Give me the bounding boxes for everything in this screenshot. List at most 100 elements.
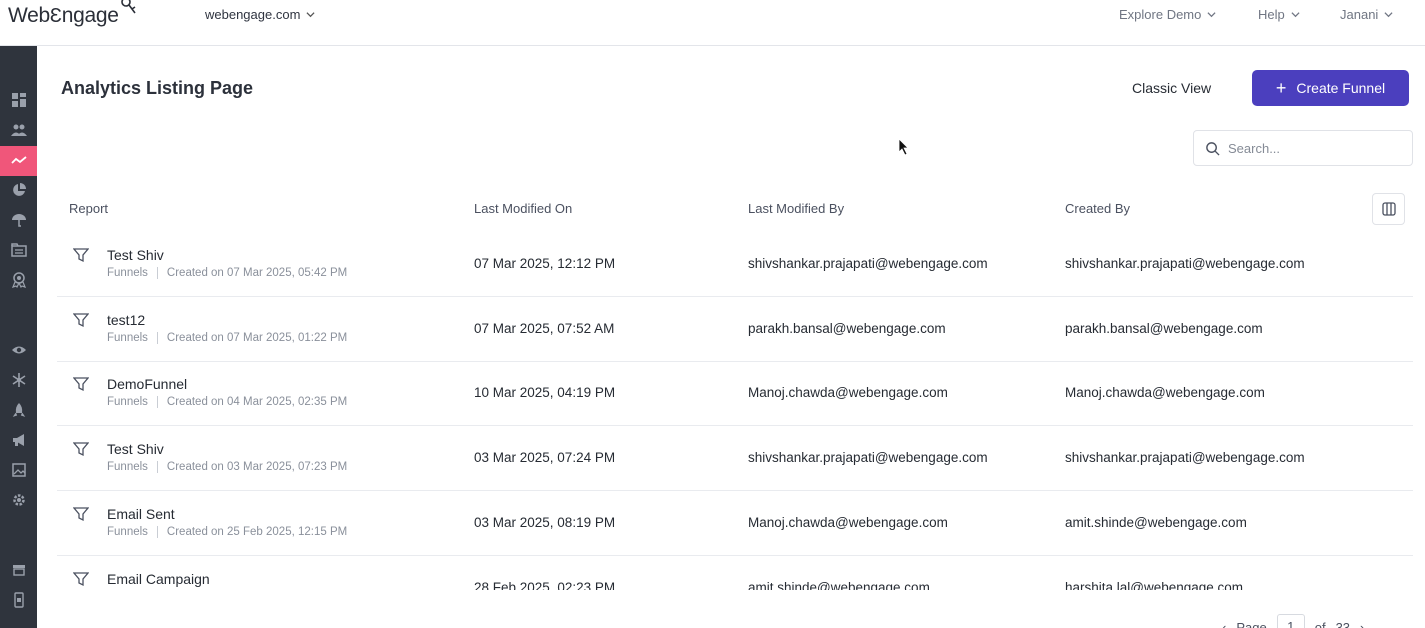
funnel-icon xyxy=(73,507,89,522)
table-row[interactable]: test12 Funnels Created on 07 Mar 2025, 01… xyxy=(57,297,1413,362)
column-header-last-modified-on[interactable]: Last Modified On xyxy=(474,201,572,216)
last-modified-on: 10 Mar 2025, 04:19 PM xyxy=(474,385,616,400)
create-funnel-button[interactable]: + Create Funnel xyxy=(1252,70,1409,106)
column-settings-button[interactable] xyxy=(1372,193,1405,225)
logo-e-glyph: Ɛ xyxy=(49,4,62,27)
table-row[interactable]: DemoFunnel Funnels Created on 04 Mar 2025… xyxy=(57,361,1413,426)
table-header: Report Last Modified On Last Modified By… xyxy=(57,190,1413,230)
last-modified-by: parakh.bansal@webengage.com xyxy=(748,321,946,336)
sidebar-item-settings[interactable] xyxy=(0,485,37,515)
report-name[interactable]: DemoFunnel xyxy=(107,376,187,392)
sidebar-item-badge[interactable] xyxy=(0,265,37,295)
sidebar-item-snowflake[interactable] xyxy=(0,365,37,395)
sidebar-item-rocket[interactable] xyxy=(0,395,37,425)
report-type: Funnels xyxy=(107,332,148,344)
sidebar-item-store[interactable] xyxy=(0,555,37,585)
last-modified-on: 07 Mar 2025, 07:52 AM xyxy=(474,321,615,336)
sidebar-item-mobile[interactable] xyxy=(0,585,37,615)
last-modified-on: 28 Feb 2025, 02:23 PM xyxy=(474,580,616,590)
created-by: shivshankar.prajapati@webengage.com xyxy=(1065,450,1305,465)
table-row[interactable]: Email Sent Funnels Created on 25 Feb 2025… xyxy=(57,491,1413,556)
chevron-down-icon xyxy=(306,12,315,18)
report-type: Funnels xyxy=(107,461,148,473)
account-switcher[interactable]: webengage.com xyxy=(205,7,315,22)
megaphone-icon xyxy=(12,434,24,446)
report-meta: Funnels Created on 04 Mar 2025, 02:35 PM xyxy=(107,396,347,408)
separator xyxy=(156,526,158,538)
last-modified-on: 07 Mar 2025, 12:12 PM xyxy=(474,256,616,271)
sidebar-item-folder[interactable] xyxy=(0,235,37,265)
column-header-last-modified-by[interactable]: Last Modified By xyxy=(748,201,844,216)
sidebar-item-image[interactable] xyxy=(0,455,37,485)
funnel-icon xyxy=(73,248,89,263)
sidebar-item-eye[interactable] xyxy=(0,335,37,365)
pagination: ‹ Page 1 of 33 › xyxy=(1222,614,1364,628)
snowflake-icon xyxy=(12,373,25,387)
separator xyxy=(156,332,158,344)
chevron-down-icon xyxy=(1207,12,1216,18)
search-icon xyxy=(1206,141,1220,156)
report-name[interactable]: test12 xyxy=(107,312,145,328)
last-modified-by: Manoj.chawda@webengage.com xyxy=(748,385,948,400)
sidebar-item-umbrella[interactable] xyxy=(0,205,37,235)
last-modified-by: Manoj.chawda@webengage.com xyxy=(748,515,948,530)
explore-demo-menu[interactable]: Explore Demo xyxy=(1119,7,1216,22)
created-by: amit.shinde@webengage.com xyxy=(1065,515,1247,530)
created-by: shivshankar.prajapati@webengage.com xyxy=(1065,256,1305,271)
webengage-logo[interactable]: Web Ɛngage xyxy=(8,0,136,30)
table-row[interactable]: Test Shiv Funnels Created on 03 Mar 2025,… xyxy=(57,426,1413,491)
sidebar-item-segments[interactable] xyxy=(0,175,37,205)
page-total: 33 xyxy=(1335,619,1351,628)
sidebar-item-analytics[interactable] xyxy=(0,146,37,176)
prev-page-button[interactable]: ‹ xyxy=(1222,620,1226,628)
report-name[interactable]: Email Campaign xyxy=(107,571,210,587)
funnel-icon xyxy=(73,572,89,587)
report-type: Funnels xyxy=(107,526,148,538)
page-of-label: of xyxy=(1314,619,1326,628)
last-modified-on: 03 Mar 2025, 08:19 PM xyxy=(474,515,616,530)
last-modified-by: amit.shinde@webengage.com xyxy=(748,580,930,590)
column-header-created-by[interactable]: Created By xyxy=(1065,201,1130,216)
user-name: Janani xyxy=(1340,7,1379,22)
report-name[interactable]: Test Shiv xyxy=(107,247,164,263)
chevron-down-icon xyxy=(1384,12,1393,18)
search-box[interactable] xyxy=(1193,130,1413,166)
report-created: Created on 25 Feb 2025, 12:15 PM xyxy=(166,526,348,538)
user-menu[interactable]: Janani xyxy=(1340,7,1393,22)
next-page-button[interactable]: › xyxy=(1360,620,1364,628)
sidebar-item-users[interactable] xyxy=(0,115,37,145)
report-created: Created on 03 Mar 2025, 07:23 PM xyxy=(166,461,348,473)
column-header-report[interactable]: Report xyxy=(69,201,108,216)
help-menu[interactable]: Help xyxy=(1258,7,1300,22)
classic-view-button[interactable]: Classic View xyxy=(1132,80,1211,96)
analytics-icon xyxy=(10,156,27,164)
created-by: harshita.lal@webengage.com xyxy=(1065,580,1244,590)
create-funnel-label: Create Funnel xyxy=(1296,80,1386,96)
top-bar: Web Ɛngage webengage.com Explore Demo Hel… xyxy=(0,0,1425,46)
sidebar-item-campaigns[interactable] xyxy=(0,425,37,455)
search-input[interactable] xyxy=(1228,140,1398,156)
table-row[interactable]: Email Campaign 28 Feb 2025, 02:23 PM ami… xyxy=(57,556,1413,590)
page-label: Page xyxy=(1236,619,1267,628)
account-name: webengage.com xyxy=(205,7,301,22)
report-meta: Funnels Created on 07 Mar 2025, 05:42 PM xyxy=(107,267,347,279)
table-row[interactable]: Test Shiv Funnels Created on 07 Mar 2025,… xyxy=(57,232,1413,297)
funnel-icon xyxy=(73,313,89,328)
report-name[interactable]: Test Shiv xyxy=(107,441,164,457)
mouse-cursor-icon xyxy=(898,138,909,156)
badge-icon xyxy=(11,272,26,288)
last-modified-by: shivshankar.prajapati@webengage.com xyxy=(748,256,988,271)
report-meta: Funnels Created on 25 Feb 2025, 12:15 PM xyxy=(107,526,347,538)
report-name[interactable]: Email Sent xyxy=(107,506,175,522)
explore-demo-label: Explore Demo xyxy=(1119,7,1202,22)
report-created: Created on 07 Mar 2025, 05:42 PM xyxy=(166,267,348,279)
funnel-icon xyxy=(73,442,89,457)
sidebar xyxy=(0,46,37,628)
logo-text-ngage: ngage xyxy=(61,4,119,27)
created-by: Manoj.chawda@webengage.com xyxy=(1065,385,1265,400)
logo-text-web: Web xyxy=(8,4,50,27)
sidebar-item-dashboard[interactable] xyxy=(0,85,37,115)
plus-icon: + xyxy=(1275,78,1287,98)
chevron-down-icon xyxy=(1291,12,1300,18)
page-number-input[interactable]: 1 xyxy=(1276,614,1305,628)
